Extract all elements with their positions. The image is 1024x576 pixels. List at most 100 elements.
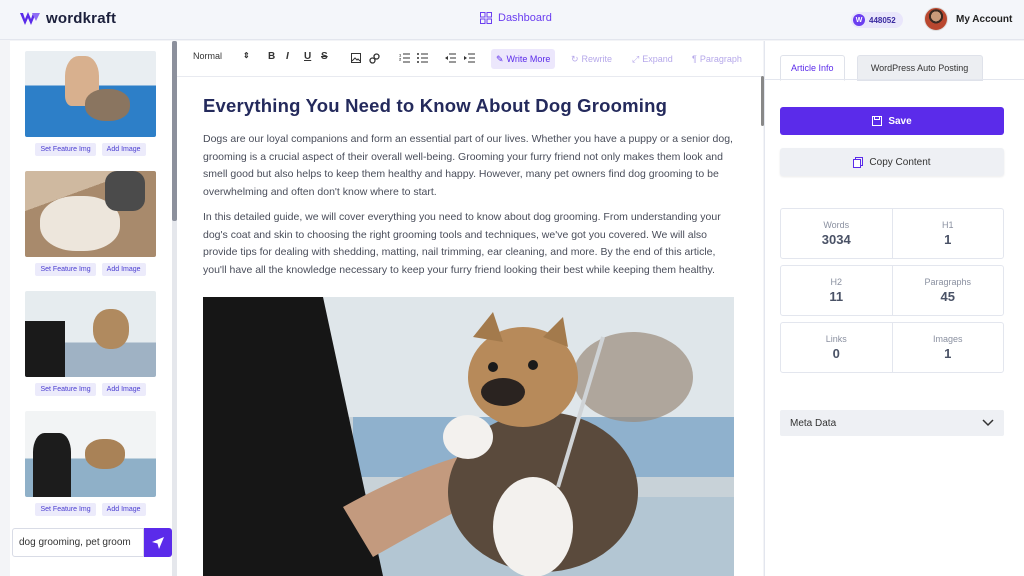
indent-icon[interactable] [464,53,475,66]
tab-article-info[interactable]: Article Info [780,55,845,81]
paragraph-icon: ¶ [692,54,697,64]
rewrite-button[interactable]: ↻ Rewrite [566,49,617,69]
article-content[interactable]: Everything You Need to Know About Dog Gr… [203,95,735,287]
article-paragraph[interactable]: Dogs are our loyal companions and form a… [203,131,735,201]
stat-label: Images [932,334,963,344]
write-more-label: Write More [506,54,551,64]
panel-tabs: Article Info WordPress Auto Posting [780,55,983,81]
add-image-button[interactable]: Add Image [101,143,146,156]
add-image-button[interactable]: Add Image [101,503,146,516]
logo[interactable]: wordkraft [20,10,116,27]
credits-value: 448052 [869,15,896,25]
stat-words: Words 3034 [781,209,892,258]
stat-value: 3034 [821,232,851,247]
stat-label: Words [823,220,850,230]
stats-row: H2 11 Paragraphs 45 [780,265,1004,316]
image-card: Set Feature Img Add Image [25,171,156,276]
grid-icon [480,12,492,24]
stat-label: H1 [941,220,954,230]
article-title[interactable]: Everything You Need to Know About Dog Gr… [203,95,735,117]
format-select[interactable]: Normal [193,51,222,61]
dashboard-label: Dashboard [498,12,552,24]
write-more-button[interactable]: ✎ Write More [491,49,556,69]
article-hero-image[interactable] [203,297,734,576]
credits-badge[interactable]: W 448052 [851,12,903,28]
dog-grooming-thumbnail[interactable] [25,171,156,257]
send-button[interactable] [144,528,172,557]
keyword-bar [12,527,172,558]
avatar[interactable] [924,7,948,31]
keyword-input[interactable] [12,528,144,557]
credits-icon: W [853,14,865,26]
stat-value: 11 [829,289,844,304]
stat-links: Links 0 [781,323,892,372]
rewrite-label: Rewrite [581,54,613,64]
article-paragraph[interactable]: In this detailed guide, we will cover ev… [203,209,735,279]
save-icon [872,116,883,126]
paragraph-label: Paragraph [699,54,742,64]
dog-grooming-thumbnail[interactable] [25,411,156,497]
stat-label: Links [825,334,847,344]
stat-value: 1 [944,346,952,361]
paragraph-button[interactable]: ¶ Paragraph [687,49,747,69]
stat-h1: H1 1 [891,209,1004,258]
chevron-down-icon [982,419,994,427]
stat-value: 45 [940,289,955,304]
set-feature-img-button[interactable]: Set Feature Img [35,503,96,516]
copy-label: Copy Content [869,156,931,168]
image-card: Set Feature Img Add Image [25,291,156,396]
expand-icon: ⤢ [632,53,640,64]
save-button[interactable]: Save [780,107,1004,135]
save-label: Save [888,115,912,127]
copy-content-button[interactable]: Copy Content [780,148,1004,176]
stats-row: Words 3034 H1 1 [780,208,1004,259]
link-icon[interactable] [369,53,380,67]
tab-wordpress-auto-posting[interactable]: WordPress Auto Posting [856,55,983,81]
editor: Normal ⇕ B I U S 12 ✎ Write More ↻ Rewrite… [177,41,764,576]
ordered-list-icon[interactable]: 12 [399,53,410,66]
stat-images: Images 1 [891,323,1004,372]
set-feature-img-button[interactable]: Set Feature Img [35,383,96,396]
wordkraft-logo-icon [20,11,40,25]
set-feature-img-button[interactable]: Set Feature Img [35,263,96,276]
image-card: Set Feature Img Add Image [25,51,156,156]
strikethrough-icon[interactable]: S [321,51,328,62]
expand-button[interactable]: ⤢ Expand [627,49,678,69]
stat-label: H2 [830,277,842,287]
account-menu[interactable]: My Account [924,7,1012,31]
stat-label: Paragraphs [924,277,972,287]
dashboard-link[interactable]: Dashboard [480,12,552,24]
top-bar: wordkraft Dashboard W 448052 My Account [0,0,1024,40]
set-feature-img-button[interactable]: Set Feature Img [35,143,96,156]
pen-icon: ✎ [496,53,504,64]
dog-grooming-thumbnail[interactable] [25,291,156,377]
stat-h2: H2 11 [781,266,892,315]
app-window: wordkraft Dashboard W 448052 My Account … [0,0,1024,576]
paper-plane-icon [152,536,164,549]
outdent-icon[interactable] [445,53,456,66]
editor-toolbar: Normal ⇕ B I U S 12 ✎ Write More ↻ Rewrite… [177,41,763,77]
underline-icon[interactable]: U [304,51,311,62]
app-name: wordkraft [46,10,117,27]
stats-row: Links 0 Images 1 [780,322,1004,373]
italic-icon[interactable]: I [286,51,289,62]
stat-value: 1 [944,232,952,247]
add-image-button[interactable]: Add Image [101,383,146,396]
image-card: Set Feature Img Add Image [25,411,156,516]
rewrite-icon: ↻ [571,53,579,64]
article-stats: Words 3034 H1 1 H2 11 Paragraphs 45 Links 0 I… [780,208,1004,379]
chevron-updown-icon[interactable]: ⇕ [243,51,250,60]
copy-icon [853,156,864,168]
dog-grooming-thumbnail[interactable] [25,51,156,137]
svg-text:2: 2 [399,57,402,62]
bold-icon[interactable]: B [268,51,275,62]
account-label: My Account [956,13,1013,25]
bullet-list-icon[interactable] [417,53,428,66]
add-image-button[interactable]: Add Image [101,263,146,276]
tab-divider [765,79,1024,80]
image-sidebar: Set Feature Img Add Image Set Feature Img… [10,41,175,576]
article-panel: Article Info WordPress Auto Posting Save… [764,41,1024,576]
image-icon[interactable] [351,53,361,66]
meta-data-accordion[interactable]: Meta Data [780,410,1004,436]
stat-value: 0 [832,346,840,361]
